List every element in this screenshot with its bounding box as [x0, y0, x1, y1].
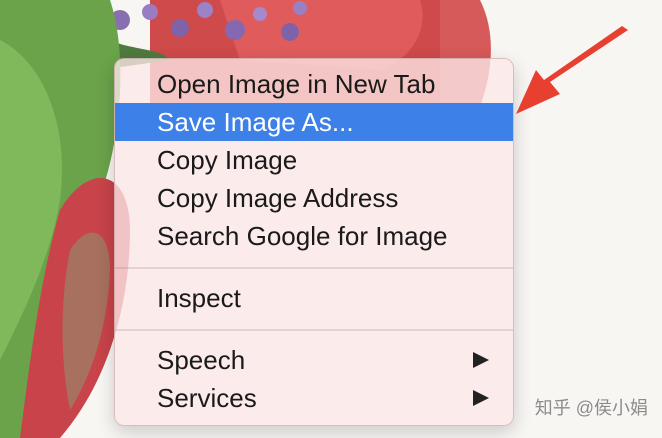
menu-separator — [115, 267, 513, 269]
menu-item-label: Inspect — [157, 283, 241, 313]
menu-item-label: Copy Image — [157, 145, 298, 175]
menu-item-label: Copy Image Address — [157, 183, 399, 213]
menu-item-label: Save Image As... — [157, 107, 354, 137]
menu-item-copy-image-address[interactable]: Copy Image Address — [115, 179, 513, 217]
menu-item-label: Open Image in New Tab — [157, 69, 436, 99]
menu-separator — [115, 329, 513, 331]
menu-item-services[interactable]: Services — [115, 379, 513, 417]
context-menu: Open Image in New Tab Save Image As... C… — [114, 58, 514, 426]
menu-item-label: Services — [157, 383, 257, 413]
menu-item-open-image-new-tab[interactable]: Open Image in New Tab — [115, 65, 513, 103]
watermark-text: 知乎 @侯小娟 — [534, 398, 648, 418]
red-arrow-icon — [516, 26, 628, 114]
triangle-right-icon — [473, 352, 489, 368]
menu-item-copy-image[interactable]: Copy Image — [115, 141, 513, 179]
menu-item-search-google-for-image[interactable]: Search Google for Image — [115, 217, 513, 255]
menu-item-save-image-as[interactable]: Save Image As... — [115, 103, 513, 141]
screenshot-stage: Open Image in New Tab Save Image As... C… — [0, 0, 662, 438]
triangle-right-icon — [473, 390, 489, 406]
menu-item-speech[interactable]: Speech — [115, 341, 513, 379]
menu-item-label: Speech — [157, 345, 246, 375]
menu-item-inspect[interactable]: Inspect — [115, 279, 513, 317]
menu-item-label: Search Google for Image — [157, 221, 448, 251]
